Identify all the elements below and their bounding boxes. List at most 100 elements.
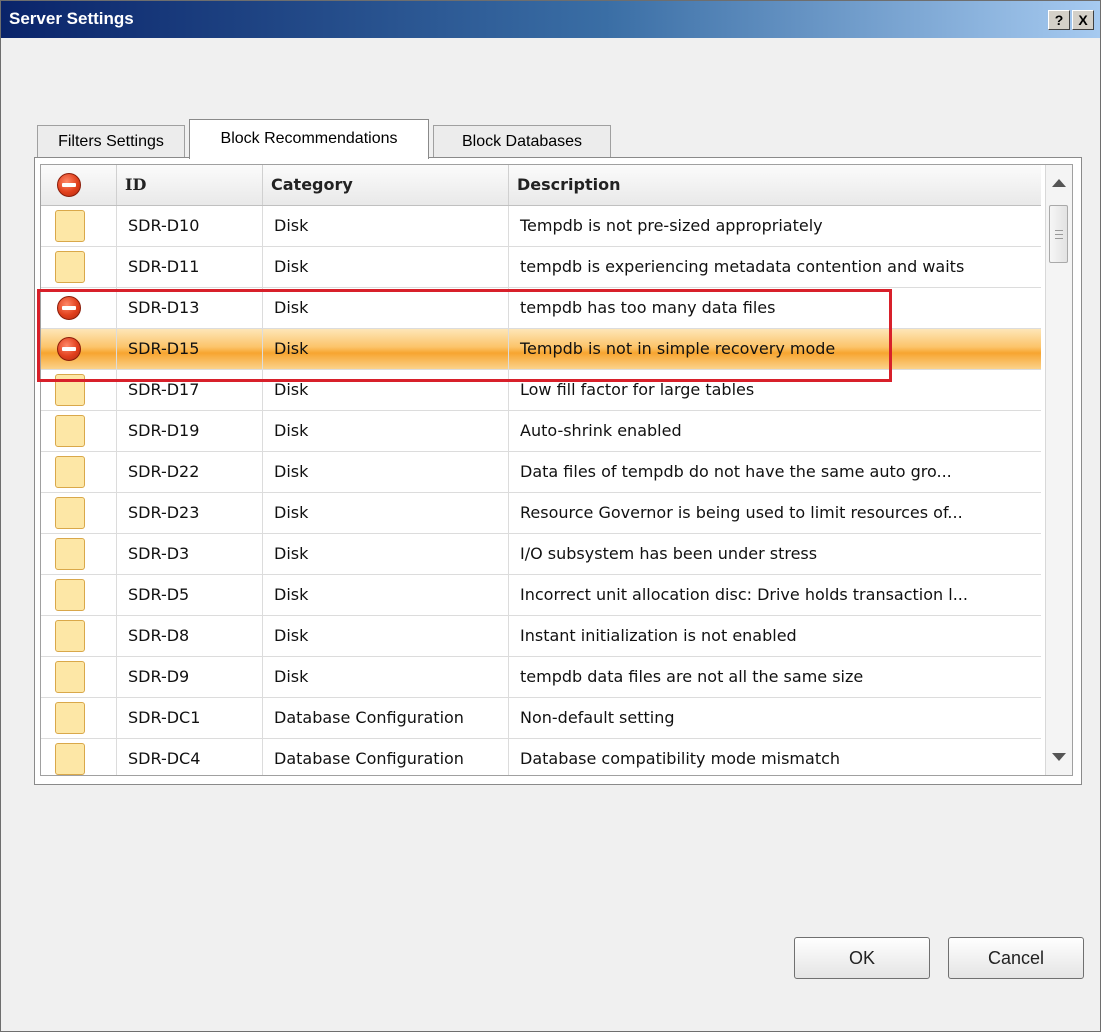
- header-description[interactable]: Description: [509, 165, 1045, 205]
- checkbox-icon[interactable]: [55, 210, 85, 242]
- checkbox-icon[interactable]: [55, 374, 85, 406]
- scroll-down-arrow-icon[interactable]: [1052, 753, 1066, 761]
- cell-description: Instant initialization is not enabled: [520, 626, 797, 645]
- table-row[interactable]: SDR-DC1 Database Configuration Non-default…: [41, 698, 1041, 739]
- header-category[interactable]: Category: [263, 165, 509, 205]
- table-row[interactable]: SDR-D13 Disk tempdb has too many data file…: [41, 288, 1041, 329]
- table-row[interactable]: SDR-DC4 Database Configuration Database co…: [41, 739, 1041, 775]
- cell-category: Disk: [263, 247, 509, 287]
- cell-id: SDR-DC1: [117, 698, 263, 738]
- row-icon-cell[interactable]: [41, 329, 117, 369]
- cell-category: Disk: [263, 616, 509, 656]
- cell-id: SDR-D9: [117, 657, 263, 697]
- cell-description: tempdb has too many data files: [520, 298, 776, 317]
- cell-description: Tempdb is not pre-sized appropriately: [520, 216, 823, 235]
- header-id[interactable]: ID: [117, 165, 263, 205]
- scroll-thumb[interactable]: [1049, 205, 1068, 263]
- table-row[interactable]: SDR-D8 Disk Instant initialization is not …: [41, 616, 1041, 657]
- cell-description: Tempdb is not in simple recovery mode: [520, 339, 836, 358]
- cell-description: Low fill factor for large tables: [520, 380, 755, 399]
- cell-id: SDR-D19: [117, 411, 263, 451]
- tab-block-databases[interactable]: Block Databases: [433, 125, 611, 157]
- table-row[interactable]: SDR-D3 Disk I/O subsystem has been under s…: [41, 534, 1041, 575]
- checkbox-icon[interactable]: [55, 702, 85, 734]
- cell-category: Disk: [263, 411, 509, 451]
- cell-description: Auto-shrink enabled: [520, 421, 682, 440]
- scroll-up-arrow-icon[interactable]: [1052, 179, 1066, 187]
- cell-description: tempdb data files are not all the same s…: [520, 667, 864, 686]
- grid-header: ID Category Description: [41, 165, 1041, 206]
- cell-description: I/O subsystem has been under stress: [520, 544, 818, 563]
- cell-description: Resource Governor is being used to limit…: [520, 503, 963, 522]
- cell-description: Non-default setting: [520, 708, 675, 727]
- tab-filters-settings[interactable]: Filters Settings: [37, 125, 185, 157]
- checkbox-icon[interactable]: [55, 456, 85, 488]
- table-row[interactable]: SDR-D15 Disk Tempdb is not in simple recov…: [41, 329, 1041, 370]
- row-icon-cell[interactable]: [41, 575, 117, 615]
- cell-category: Disk: [263, 370, 509, 410]
- cell-category: Disk: [263, 493, 509, 533]
- row-icon-cell[interactable]: [41, 493, 117, 533]
- table-row[interactable]: SDR-D22 Disk Data files of tempdb do not h…: [41, 452, 1041, 493]
- row-icon-cell[interactable]: [41, 616, 117, 656]
- close-button[interactable]: X: [1072, 10, 1094, 30]
- checkbox-icon[interactable]: [55, 743, 85, 775]
- checkbox-icon[interactable]: [55, 497, 85, 529]
- row-icon-cell[interactable]: [41, 370, 117, 410]
- table-row[interactable]: SDR-D11 Disk tempdb is experiencing metada…: [41, 247, 1041, 288]
- row-icon-cell[interactable]: [41, 452, 117, 492]
- table-row[interactable]: SDR-D10 Disk Tempdb is not pre-sized appro…: [41, 206, 1041, 247]
- cell-category: Database Configuration: [263, 698, 509, 738]
- tab-block-recommendations[interactable]: Block Recommendations: [189, 119, 429, 159]
- vertical-scrollbar[interactable]: [1045, 165, 1072, 775]
- table-row[interactable]: SDR-D19 Disk Auto-shrink enabled: [41, 411, 1041, 452]
- title-bar[interactable]: Server Settings ? X: [1, 1, 1100, 38]
- cell-description: Incorrect unit allocation disc: Drive ho…: [520, 585, 968, 604]
- table-row[interactable]: SDR-D9 Disk tempdb data files are not all …: [41, 657, 1041, 698]
- block-icon[interactable]: [57, 296, 81, 320]
- block-icon[interactable]: [57, 337, 81, 361]
- recommendations-grid: ID Category Description SDR-D10 Disk Tempd…: [40, 164, 1073, 776]
- help-button[interactable]: ?: [1048, 10, 1070, 30]
- row-icon-cell[interactable]: [41, 411, 117, 451]
- cell-id: SDR-D17: [117, 370, 263, 410]
- row-icon-cell[interactable]: [41, 288, 117, 328]
- checkbox-icon[interactable]: [55, 538, 85, 570]
- cell-category: Disk: [263, 575, 509, 615]
- checkbox-icon[interactable]: [55, 620, 85, 652]
- row-icon-cell[interactable]: [41, 534, 117, 574]
- row-icon-cell[interactable]: [41, 247, 117, 287]
- checkbox-icon[interactable]: [55, 661, 85, 693]
- cell-category: Disk: [263, 657, 509, 697]
- cell-id: SDR-D5: [117, 575, 263, 615]
- cell-id: SDR-D3: [117, 534, 263, 574]
- checkbox-icon[interactable]: [55, 579, 85, 611]
- cancel-button[interactable]: Cancel: [948, 937, 1084, 979]
- row-icon-cell[interactable]: [41, 206, 117, 246]
- cell-id: SDR-D11: [117, 247, 263, 287]
- table-row[interactable]: SDR-D23 Disk Resource Governor is being us…: [41, 493, 1041, 534]
- table-row[interactable]: SDR-D17 Disk Low fill factor for large tab…: [41, 370, 1041, 411]
- block-icon: [57, 173, 81, 197]
- cell-id: SDR-D23: [117, 493, 263, 533]
- cell-id: SDR-D13: [117, 288, 263, 328]
- cell-category: Disk: [263, 288, 509, 328]
- cell-category: Disk: [263, 206, 509, 246]
- cell-category: Disk: [263, 534, 509, 574]
- table-row[interactable]: SDR-D5 Disk Incorrect unit allocation disc…: [41, 575, 1041, 616]
- cell-description: Database compatibility mode mismatch: [520, 749, 841, 768]
- row-icon-cell[interactable]: [41, 739, 117, 775]
- cell-description: Data files of tempdb do not have the sam…: [520, 462, 952, 481]
- ok-button[interactable]: OK: [794, 937, 930, 979]
- cell-category: Disk: [263, 329, 509, 369]
- row-icon-cell[interactable]: [41, 698, 117, 738]
- header-icon-column[interactable]: [41, 165, 117, 205]
- row-icon-cell[interactable]: [41, 657, 117, 697]
- checkbox-icon[interactable]: [55, 415, 85, 447]
- tab-panel: ID Category Description SDR-D10 Disk Tempd…: [34, 157, 1082, 785]
- window-title: Server Settings: [9, 9, 134, 28]
- checkbox-icon[interactable]: [55, 251, 85, 283]
- cell-category: Disk: [263, 452, 509, 492]
- cell-category: Database Configuration: [263, 739, 509, 775]
- cell-id: SDR-D15: [117, 329, 263, 369]
